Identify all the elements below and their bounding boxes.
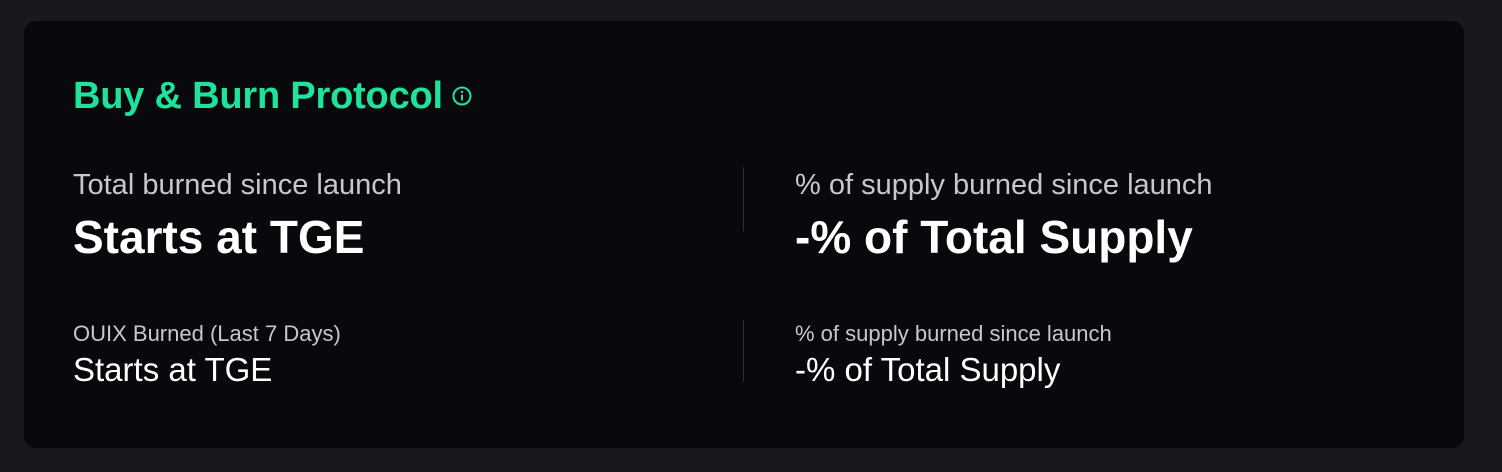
total-burned-value: Starts at TGE [73,211,365,263]
burned-7d-label: OUIX Burned (Last 7 Days) [73,321,341,346]
primary-divider [743,167,744,231]
secondary-divider [743,320,744,382]
supply-burned-value: -% of Total Supply [795,211,1193,263]
info-icon[interactable] [451,85,473,107]
card-header: Buy & Burn Protocol [73,72,473,120]
supply-burned-secondary-label: % of supply burned since launch [795,321,1112,346]
total-burned-stat: Total burned since launch Starts at TGE [73,167,402,265]
supply-burned-label: % of supply burned since launch [795,169,1213,201]
card-title: Buy & Burn Protocol [73,75,443,117]
supply-burned-secondary-value: -% of Total Supply [795,351,1061,388]
supply-burned-stat: % of supply burned since launch -% of To… [795,167,1213,265]
total-burned-label: Total burned since launch [73,169,402,201]
supply-burned-secondary-stat: % of supply burned since launch -% of To… [795,320,1112,390]
buy-burn-card: Buy & Burn Protocol Total burned since l… [24,21,1464,448]
burned-7d-stat: OUIX Burned (Last 7 Days) Starts at TGE [73,320,341,390]
burned-7d-value: Starts at TGE [73,351,273,388]
